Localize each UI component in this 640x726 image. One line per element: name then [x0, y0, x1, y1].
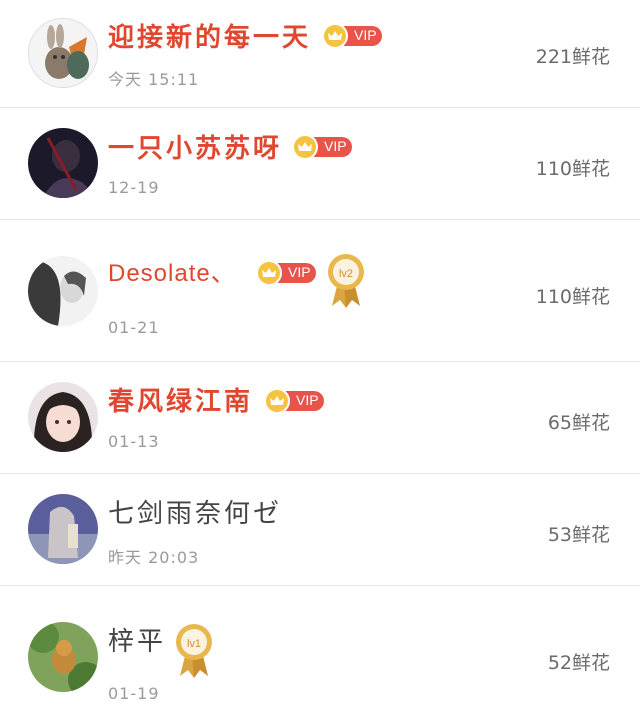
- flower-count: 65鲜花: [547, 412, 610, 434]
- lv2-medal-icon: lv2: [326, 252, 366, 310]
- vip-badge: VIP: [256, 260, 316, 286]
- crown-icon: [256, 260, 282, 286]
- flower-count: 53鲜花: [547, 524, 610, 546]
- list-item[interactable]: 一只小苏苏呀 VIP 12-19 110鲜花: [0, 108, 640, 220]
- dark-portrait-avatar-icon: [28, 128, 98, 198]
- user-name[interactable]: 梓平: [108, 626, 166, 658]
- user-name[interactable]: 一只小苏苏呀: [108, 133, 282, 165]
- cat-tree-avatar-icon: [28, 622, 98, 692]
- user-name[interactable]: 迎接新的每一天: [108, 22, 311, 54]
- vip-badge: VIP: [322, 23, 382, 49]
- post-time: 01-13: [108, 432, 160, 451]
- avatar[interactable]: [28, 256, 98, 326]
- crown-icon: [264, 388, 290, 414]
- lv1-medal-icon: lv1: [174, 622, 214, 680]
- svg-text:lv1: lv1: [187, 638, 201, 650]
- post-time: 01-19: [108, 684, 160, 703]
- crown-icon: [322, 23, 348, 49]
- fox-bunny-avatar-icon: [29, 19, 97, 87]
- post-time: 12-19: [108, 178, 160, 197]
- avatar[interactable]: [28, 18, 98, 88]
- list-item[interactable]: 梓平 lv1 01-19 52鲜花: [0, 586, 640, 726]
- avatar[interactable]: [28, 494, 98, 564]
- user-name[interactable]: 春风绿江南: [108, 386, 253, 418]
- crown-icon: [292, 134, 318, 160]
- post-time: 昨天 20:03: [108, 548, 200, 567]
- list-item[interactable]: Desolate、 VIP lv2 01-21 110鲜花: [0, 220, 640, 362]
- list-item[interactable]: 春风绿江南 VIP 01-13 65鲜花: [0, 362, 640, 474]
- flower-count: 52鲜花: [547, 652, 610, 674]
- sketch-portrait-avatar-icon: [28, 256, 98, 326]
- post-time: 01-21: [108, 318, 160, 337]
- post-time: 今天 15:11: [108, 70, 200, 89]
- vip-badge: VIP: [292, 134, 352, 160]
- list-item[interactable]: 七剑雨奈何ゼ 昨天 20:03 53鲜花: [0, 474, 640, 586]
- user-name[interactable]: Desolate、: [108, 258, 236, 290]
- avatar[interactable]: [28, 382, 98, 452]
- flower-count: 110鲜花: [535, 286, 610, 308]
- avatar[interactable]: [28, 622, 98, 692]
- flower-count: 221鲜花: [535, 46, 610, 68]
- vip-badge: VIP: [264, 388, 324, 414]
- avatar[interactable]: [28, 128, 98, 198]
- svg-text:lv2: lv2: [339, 268, 353, 280]
- girl-portrait-avatar-icon: [28, 382, 98, 452]
- blue-abstract-avatar-icon: [28, 494, 98, 564]
- list-item[interactable]: 迎接新的每一天 VIP 今天 15:11 221鲜花: [0, 0, 640, 108]
- flower-count: 110鲜花: [535, 158, 610, 180]
- user-name[interactable]: 七剑雨奈何ゼ: [108, 498, 282, 530]
